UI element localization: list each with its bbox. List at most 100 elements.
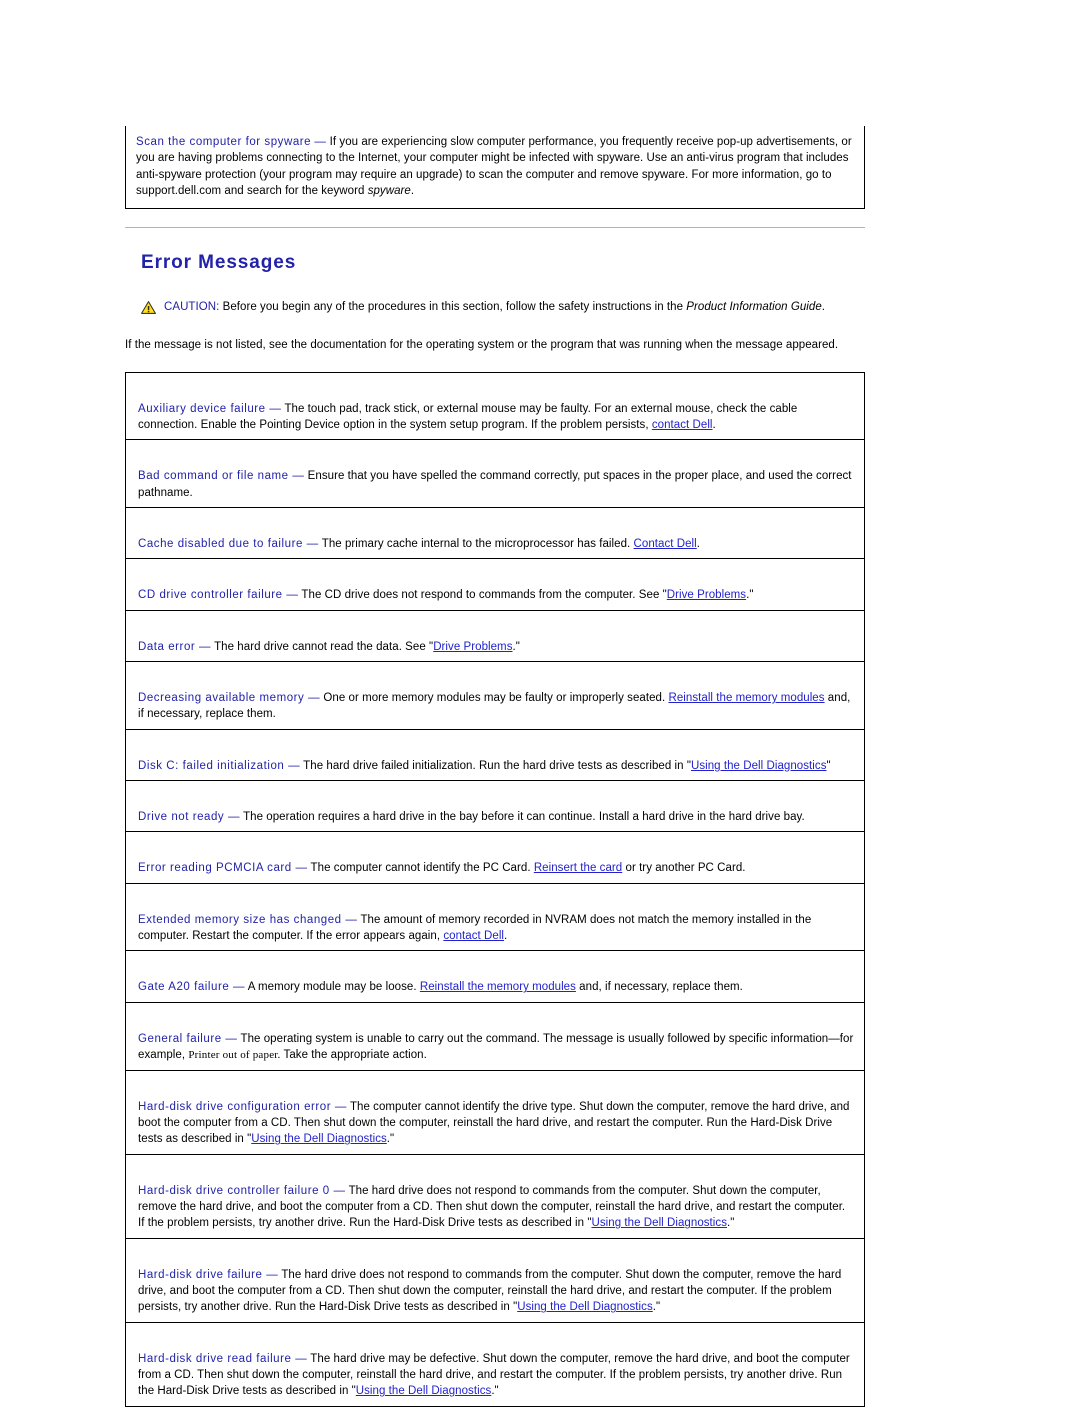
doc-link[interactable]: Drive Problems <box>433 641 512 653</box>
error-message-body: and, if necessary, replace them. <box>575 981 743 994</box>
error-message-body: ." <box>491 1385 499 1398</box>
caution-notice: CAUTION: Before you begin any of the pro… <box>141 300 865 316</box>
doc-link[interactable]: Drive Problems <box>667 589 746 601</box>
table-row: Hard-disk drive controller failure 0 — T… <box>125 1153 865 1239</box>
caution-label: CAUTION: <box>164 301 220 314</box>
spyware-callout-text: Scan the computer for spyware — If you a… <box>136 134 856 199</box>
error-message-cell: Error reading PCMCIA card — The computer… <box>126 832 864 882</box>
spyware-callout-term: Scan the computer for spyware <box>136 136 312 148</box>
table-row: Hard-disk drive read failure — The hard … <box>125 1321 865 1407</box>
error-message-body: Take the appropriate action. <box>280 1049 427 1062</box>
error-message-body: The computer cannot identify the PC Card… <box>307 862 534 875</box>
error-message-cell: CD drive controller failure — The CD dri… <box>126 559 864 609</box>
doc-link[interactable]: Reinsert the card <box>534 862 622 874</box>
error-message-term: Decreasing available memory — <box>138 692 321 705</box>
error-message-term: Extended memory size has changed — <box>138 913 358 926</box>
spyware-callout-body-2: . <box>410 184 415 197</box>
error-message-body: The operation requires a hard drive in t… <box>240 811 805 824</box>
error-message-term: Gate A20 failure — <box>138 981 246 994</box>
error-message-body: The hard drive cannot read the data. See… <box>211 640 434 653</box>
doc-link[interactable]: contact Dell <box>652 419 713 431</box>
error-message-term: Cache disabled due to failure — <box>138 538 319 551</box>
intro-paragraph: If the message is not listed, see the do… <box>125 338 839 351</box>
doc-link[interactable]: Contact Dell <box>634 538 697 550</box>
error-message-term: General failure — <box>138 1032 238 1045</box>
error-message-body: ." <box>386 1133 395 1146</box>
error-message-body: ." <box>746 589 754 602</box>
table-row: Data error — The hard drive cannot read … <box>125 609 865 663</box>
error-message-term: Auxiliary device failure — <box>138 402 282 415</box>
section-divider <box>125 227 865 229</box>
table-row: Disk C: failed initialization — The hard… <box>125 728 865 782</box>
error-message-cell: Decreasing available memory — One or mor… <box>126 662 864 729</box>
error-message-cell: General failure — The operating system i… <box>126 1003 864 1070</box>
error-message-cell: Hard-disk drive read failure — The hard … <box>126 1323 864 1406</box>
table-row: Hard-disk drive configuration error — Th… <box>125 1069 865 1155</box>
em-dash: — <box>314 136 327 148</box>
caution-text: CAUTION: Before you begin any of the pro… <box>164 300 825 316</box>
error-message-body: ." <box>727 1217 735 1230</box>
error-message-cell: Auxiliary device failure — The touch pad… <box>126 373 864 440</box>
error-message-cell: Drive not ready — The operation requires… <box>126 781 864 831</box>
error-message-cell: Data error — The hard drive cannot read … <box>126 611 864 661</box>
error-message-body: The hard drive failed initialization. Ru… <box>300 759 691 772</box>
error-message-body: or try another PC Card. <box>622 862 746 875</box>
error-messages-table: Auxiliary device failure — The touch pad… <box>125 371 865 1407</box>
error-message-term: Bad command or file name — <box>138 470 305 483</box>
error-message-body: . <box>504 930 508 943</box>
error-message-term: Hard-disk drive controller failure 0 — <box>138 1184 346 1197</box>
table-row: Drive not ready — The operation requires… <box>125 780 865 833</box>
error-message-cell: Extended memory size has changed — The a… <box>126 884 864 951</box>
error-message-cell: Hard-disk drive failure — The hard drive… <box>126 1239 864 1322</box>
error-message-body: . <box>696 538 701 551</box>
error-message-body: " <box>826 759 831 772</box>
error-message-term: CD drive controller failure — <box>138 589 299 602</box>
error-message-cell: Hard-disk drive controller failure 0 — T… <box>126 1155 864 1238</box>
error-message-cell: Cache disabled due to failure — The prim… <box>126 508 864 558</box>
error-message-term: Hard-disk drive configuration error — <box>138 1100 347 1113</box>
table-row: Bad command or file name — Ensure that y… <box>125 439 865 509</box>
error-message-body: A memory module may be loose. <box>245 981 420 994</box>
table-row: Decreasing available memory — One or mor… <box>125 661 865 730</box>
error-message-term: Disk C: failed initialization — <box>138 759 301 772</box>
caution-body-2: . <box>821 301 826 314</box>
spyware-keyword: spyware <box>367 184 411 197</box>
error-message-body: . <box>712 419 716 432</box>
page-content: Scan the computer for spyware — If you a… <box>125 0 865 1407</box>
document-page: Scan the computer for spyware — If you a… <box>0 0 1080 1407</box>
error-message-body: The primary cache internal to the microp… <box>318 538 634 551</box>
error-message-body: One or more memory modules may be faulty… <box>320 692 669 705</box>
doc-link[interactable]: contact Dell <box>443 930 504 942</box>
doc-link[interactable]: Using the Dell Diagnostics <box>591 1217 727 1229</box>
page-title: Error Messages <box>141 252 297 274</box>
caution-body-1: Before you begin any of the procedures i… <box>219 301 687 314</box>
error-message-term: Hard-disk drive read failure — <box>138 1352 308 1365</box>
table-row: Extended memory size has changed — The a… <box>125 882 865 952</box>
table-row: Hard-disk drive failure — The hard drive… <box>125 1237 865 1323</box>
warning-triangle-icon <box>141 301 156 315</box>
error-message-term: Drive not ready — <box>138 811 241 824</box>
table-row: Cache disabled due to failure — The prim… <box>125 507 865 560</box>
table-row: Error reading PCMCIA card — The computer… <box>125 831 865 884</box>
error-message-body: ." <box>512 640 520 653</box>
error-message-term: Hard-disk drive failure — <box>138 1268 279 1281</box>
doc-link[interactable]: Using the Dell Diagnostics <box>691 760 827 772</box>
error-message-term: Error reading PCMCIA card — <box>138 862 308 875</box>
doc-link[interactable]: Using the Dell Diagnostics <box>517 1301 653 1313</box>
doc-link[interactable]: Reinstall the memory modules <box>668 692 824 704</box>
doc-link[interactable]: Reinstall the memory modules <box>420 981 576 993</box>
literal-message-text: Printer out of paper. <box>188 1049 281 1062</box>
error-message-term: Data error — <box>138 640 212 653</box>
error-message-body: The CD drive does not respond to command… <box>298 589 667 602</box>
caution-guide-title: Product Information Guide <box>686 301 822 314</box>
table-row: General failure — The operating system i… <box>125 1001 865 1071</box>
doc-link[interactable]: Using the Dell Diagnostics <box>356 1385 492 1397</box>
error-message-cell: Disk C: failed initialization — The hard… <box>126 730 864 780</box>
error-message-body: ." <box>652 1301 661 1314</box>
error-message-cell: Bad command or file name — Ensure that y… <box>126 440 864 507</box>
doc-link[interactable]: Using the Dell Diagnostics <box>251 1133 387 1145</box>
table-row: Auxiliary device failure — The touch pad… <box>125 371 865 441</box>
table-row: CD drive controller failure — The CD dri… <box>125 558 865 611</box>
error-message-cell: Hard-disk drive configuration error — Th… <box>126 1071 864 1154</box>
spyware-callout-box: Scan the computer for spyware — If you a… <box>125 126 865 210</box>
